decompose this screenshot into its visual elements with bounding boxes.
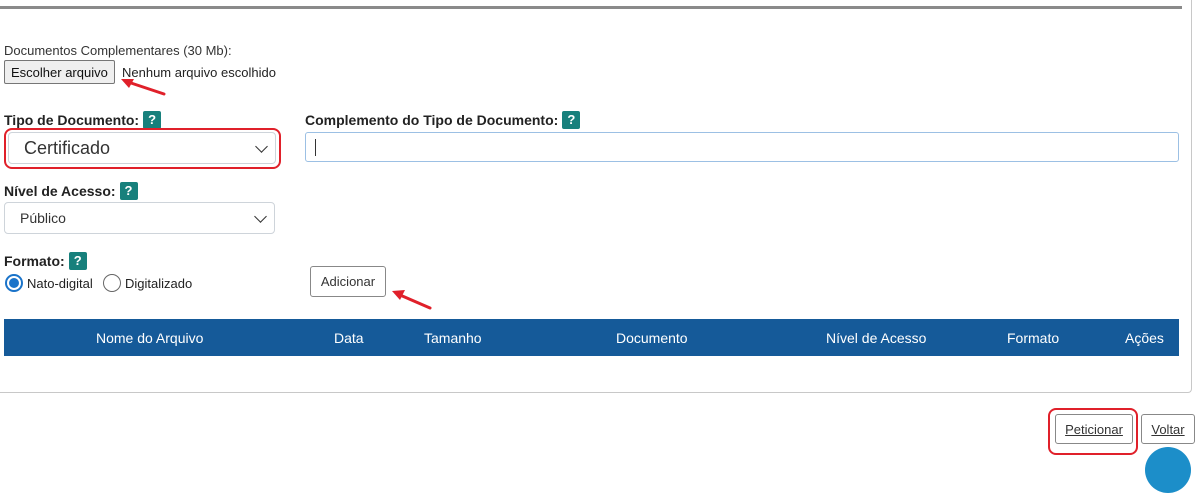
access-level-label: Nível de Acesso:? [4,182,138,200]
annotation-arrow-icon [121,79,166,96]
type-complement-label-text: Complemento do Tipo de Documento: [305,112,559,128]
chevron-down-icon [254,210,267,223]
format-help-icon[interactable]: ? [68,252,87,270]
format-label: Formato:? [4,252,87,270]
add-button[interactable]: Adicionar [310,266,386,297]
annotation-arrow-icon [392,290,432,310]
column-header-access-level[interactable]: Nível de Acesso [826,330,926,346]
access-level-select[interactable]: Público [4,202,275,234]
document-type-label: Tipo de Documento:? [4,111,162,129]
attachments-label: Documentos Complementares (30 Mb): [4,43,232,58]
type-complement-input[interactable] [305,132,1179,162]
document-type-label-text: Tipo de Documento: [4,112,140,128]
format-radio-nato-digital[interactable] [5,274,23,292]
access-level-value: Público [20,210,66,226]
format-option-label: Nato-digital [27,276,93,291]
document-type-help-icon[interactable]: ? [143,111,162,129]
column-header-format[interactable]: Formato [1007,330,1059,346]
format-label-text: Formato: [4,253,65,269]
top-divider [0,6,1182,9]
annotation-highlight-box [4,128,281,169]
access-level-help-icon[interactable]: ? [119,182,138,200]
files-table-header: Nome do Arquivo Data Tamanho Documento N… [4,319,1179,356]
floating-action-button[interactable] [1145,447,1191,493]
access-level-label-text: Nível de Acesso: [4,183,116,199]
column-header-date[interactable]: Data [334,330,364,346]
type-complement-help-icon[interactable]: ? [562,111,581,129]
annotation-highlight-box [1048,408,1138,455]
column-header-filename[interactable]: Nome do Arquivo [96,330,203,346]
column-header-document[interactable]: Documento [616,330,688,346]
text-cursor [315,139,316,156]
format-option-label: Digitalizado [125,276,193,291]
back-button[interactable]: Voltar [1141,414,1195,444]
column-header-actions[interactable]: Ações [1125,330,1164,346]
format-radio-digitalizado[interactable] [103,274,121,292]
column-header-size[interactable]: Tamanho [424,330,482,346]
choose-file-button[interactable]: Escolher arquivo [4,60,115,84]
type-complement-label: Complemento do Tipo de Documento:? [305,111,581,129]
